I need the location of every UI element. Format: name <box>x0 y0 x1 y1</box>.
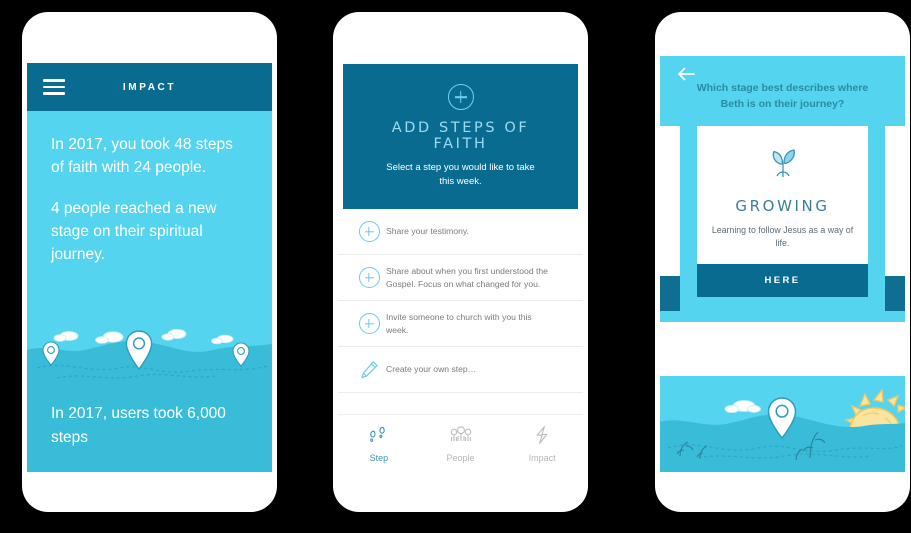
lightning-bolt-icon <box>533 425 551 450</box>
phone-mockup-impact: IMPACT In 2017, you took 48 steps of fai… <box>22 12 277 512</box>
add-steps-hero: ADD STEPS OF FAITH Select a step you wou… <box>343 64 578 209</box>
list-item[interactable]: Share about when you first understood th… <box>338 255 583 301</box>
impact-footer-text: In 2017, users took 6,000 steps <box>51 405 226 446</box>
tab-step[interactable]: Step <box>338 415 420 472</box>
plus-circle-icon[interactable] <box>352 267 386 288</box>
plus-circle-icon <box>447 84 474 110</box>
stage-card-title: GROWING <box>735 197 830 215</box>
plus-circle-icon[interactable] <box>352 313 386 334</box>
pencil-icon[interactable] <box>352 360 386 379</box>
screenshot-stage: IMPACT In 2017, you took 48 steps of fai… <box>0 0 911 533</box>
cloud-icon <box>724 400 761 414</box>
phone1-screen: IMPACT In 2017, you took 48 steps of fai… <box>27 63 272 472</box>
footsteps-icon <box>368 425 390 450</box>
impact-footer-panel: In 2017, users took 6,000 steps <box>27 386 272 472</box>
list-item[interactable]: Invite someone to church with you this w… <box>338 301 583 347</box>
impact-stat-2: 4 people reached a new stage on their sp… <box>51 200 217 263</box>
journey-illustration <box>660 376 905 472</box>
stage-carousel[interactable]: GROWING Learning to follow Jesus as a wa… <box>660 126 905 322</box>
here-button[interactable]: HERE <box>697 264 868 297</box>
impact-body: In 2017, you took 48 steps of faith with… <box>27 111 272 472</box>
stage-card-description: Learning to follow Jesus as a way of lif… <box>711 225 854 248</box>
seedling-icon <box>759 149 807 188</box>
tab-label: Impact <box>528 452 556 463</box>
bottom-tab-bar: Step People Impact <box>338 414 583 472</box>
list-item[interactable]: Share your testimony. <box>338 209 583 255</box>
hero-subtitle: Select a step you would like to take thi… <box>386 162 535 187</box>
people-icon <box>449 425 473 450</box>
impact-stat-1: In 2017, you took 48 steps of faith with… <box>51 136 233 176</box>
stage-card-growing[interactable]: GROWING Learning to follow Jesus as a wa… <box>697 126 868 297</box>
carousel-left-gutter <box>660 126 680 276</box>
stage-header: Which stage best describes where Beth is… <box>660 56 905 126</box>
phone3-screen: Which stage best describes where Beth is… <box>660 56 905 472</box>
steps-list: Share your testimony. Share about when y… <box>338 209 583 393</box>
back-arrow-icon[interactable] <box>676 66 696 87</box>
hero-title: ADD STEPS OF FAITH <box>391 120 530 152</box>
hamburger-icon[interactable] <box>43 75 65 99</box>
list-item-label: Share your testimony. <box>386 226 469 237</box>
phone2-screen: ADD STEPS OF FAITH Select a step you wou… <box>338 60 583 472</box>
phone-mockup-add-steps: ADD STEPS OF FAITH Select a step you wou… <box>333 12 588 512</box>
carousel-prev-card-edge[interactable] <box>660 276 680 311</box>
hills-sun-svg <box>660 388 905 472</box>
list-item-label: Invite someone to church with you this w… <box>386 312 532 335</box>
plus-circle-icon[interactable] <box>352 221 386 242</box>
journey-illustration <box>27 316 272 386</box>
carousel-next-card-edge[interactable] <box>885 276 905 311</box>
phone-mockup-stage-picker: Which stage best describes where Beth is… <box>655 12 910 512</box>
tab-impact[interactable]: Impact <box>501 415 583 472</box>
list-item-label: Share about when you first understood th… <box>386 266 548 289</box>
list-item[interactable]: Create your own step… <box>338 347 583 393</box>
impact-app-bar: IMPACT <box>27 63 272 111</box>
list-item-label: Create your own step… <box>386 364 477 375</box>
tab-label: People <box>446 452 475 463</box>
stage-question: Which stage best describes where Beth is… <box>696 82 869 110</box>
hills-svg <box>27 328 272 386</box>
tab-label: Step <box>369 452 389 463</box>
stage-card-body: GROWING Learning to follow Jesus as a wa… <box>697 126 868 264</box>
impact-copy: In 2017, you took 48 steps of faith with… <box>27 111 272 266</box>
tab-people[interactable]: People <box>420 415 502 472</box>
carousel-right-gutter <box>885 126 905 276</box>
